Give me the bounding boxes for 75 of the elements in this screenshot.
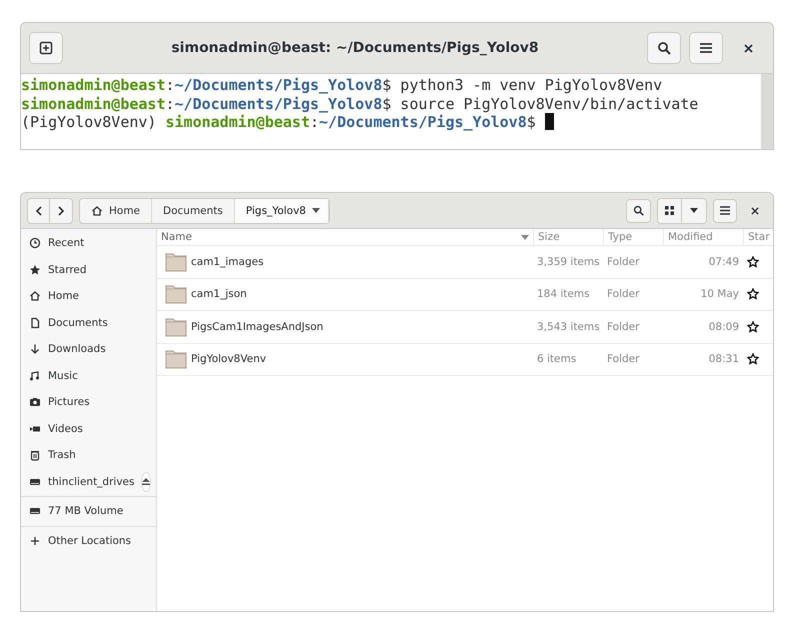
forward-icon — [58, 206, 64, 216]
size-cell-text: 184 items — [536, 288, 591, 300]
sidebar-item[interactable]: thinclient_drives — [21, 468, 156, 495]
sidebar-item[interactable]: Recent — [21, 230, 156, 256]
home-icon — [29, 290, 41, 302]
scrollbar[interactable] — [761, 74, 773, 149]
clock-icon — [29, 237, 41, 250]
terminal-line: simonadmin@beast:~/Documents/Pigs_Yolov8$ python3 -m venv PigYolov8Venv — [21, 76, 664, 94]
size-cell-text: 3,543 items — [536, 320, 601, 333]
path-segment[interactable]: Pigs_Yolov8 — [234, 198, 329, 222]
column-header[interactable]: Name — [157, 229, 533, 245]
caret-icon — [690, 208, 698, 213]
sidebar-item[interactable]: Music — [21, 362, 156, 389]
size-cell-text: 3,359 items — [536, 256, 601, 268]
size-cell-text: 6 items — [536, 353, 578, 366]
search-button[interactable] — [626, 198, 651, 222]
search-icon — [633, 205, 644, 216]
file-name[interactable]: PigsCam1ImagesAndJson — [191, 320, 324, 333]
terminal-line: (PigYolov8Venv) simonadmin@beast:~/Documents/Pigs_Yolov8$ — [21, 113, 761, 132]
eject-icon — [142, 478, 150, 486]
sidebar-item[interactable]: Starred — [21, 256, 156, 283]
type-cell-text: Folder — [606, 353, 640, 366]
sidebar-item[interactable]: Pictures — [21, 389, 156, 416]
new-tab-button[interactable] — [29, 32, 63, 64]
sidebar-item[interactable]: 77 MB Volume — [21, 498, 156, 524]
column-header[interactable]: Type — [603, 229, 663, 245]
close-icon — [751, 206, 759, 214]
sort-arrow-icon — [521, 234, 529, 240]
folder-icon — [165, 316, 187, 337]
column-header[interactable]: Size — [533, 229, 603, 245]
grid-icon — [665, 206, 674, 215]
menu-button[interactable] — [689, 32, 723, 64]
sidebar-item[interactable]: Trash — [21, 442, 156, 468]
back-icon — [35, 206, 42, 216]
sidebar-item[interactable]: Other Locations — [21, 528, 156, 554]
search-icon — [657, 41, 671, 55]
modified-cell-text: 10 May — [700, 288, 740, 300]
type-cell-text: Folder — [606, 288, 640, 300]
plus-icon — [29, 534, 41, 547]
terminal-line: simonadmin@beast:~/Documents/Pigs_Yolov8$ source PigYolov8Venv/bin/activate — [21, 94, 700, 113]
column-header[interactable]: Star — [743, 229, 773, 245]
modified-cell-text: 08:31 — [708, 353, 740, 366]
search-button[interactable] — [647, 32, 681, 64]
document-icon — [29, 316, 41, 329]
camera-icon — [29, 396, 41, 408]
menu-button[interactable] — [713, 198, 737, 222]
caret-icon — [312, 208, 320, 213]
sidebar-item[interactable]: Documents — [21, 310, 156, 336]
home-icon — [91, 204, 103, 216]
type-cell-text: Folder — [606, 320, 640, 333]
type-cell-text: Folder — [606, 256, 640, 268]
folder-icon — [165, 252, 187, 272]
new-tab-icon — [39, 41, 53, 55]
file-name[interactable]: cam1_json — [191, 288, 247, 300]
window-title: simonadmin@beast: ~/Documents/Pigs_Yolov8 — [170, 40, 540, 56]
menu-icon — [720, 206, 730, 215]
menu-icon — [700, 43, 712, 53]
star-icon — [29, 264, 41, 276]
modified-cell-text: 08:09 — [708, 320, 740, 333]
down-arrow-icon — [29, 343, 41, 356]
file-name[interactable]: cam1_images — [191, 256, 264, 268]
path-segment[interactable]: Home — [80, 198, 152, 222]
trash-icon — [29, 449, 41, 462]
eject-button[interactable] — [141, 472, 152, 492]
modified-cell-text: 07:49 — [708, 256, 740, 268]
sidebar-item[interactable]: Videos — [21, 416, 156, 442]
close-icon — [744, 44, 752, 52]
column-header[interactable]: Modified — [663, 229, 743, 245]
file-name[interactable]: PigYolov8Venv — [191, 353, 266, 366]
music-note-icon — [29, 370, 41, 382]
text-cursor — [544, 113, 554, 130]
folder-icon — [165, 284, 187, 304]
sidebar-item[interactable]: Home — [21, 283, 156, 310]
folder-icon — [165, 349, 187, 370]
sidebar-item[interactable]: Downloads — [21, 336, 156, 362]
